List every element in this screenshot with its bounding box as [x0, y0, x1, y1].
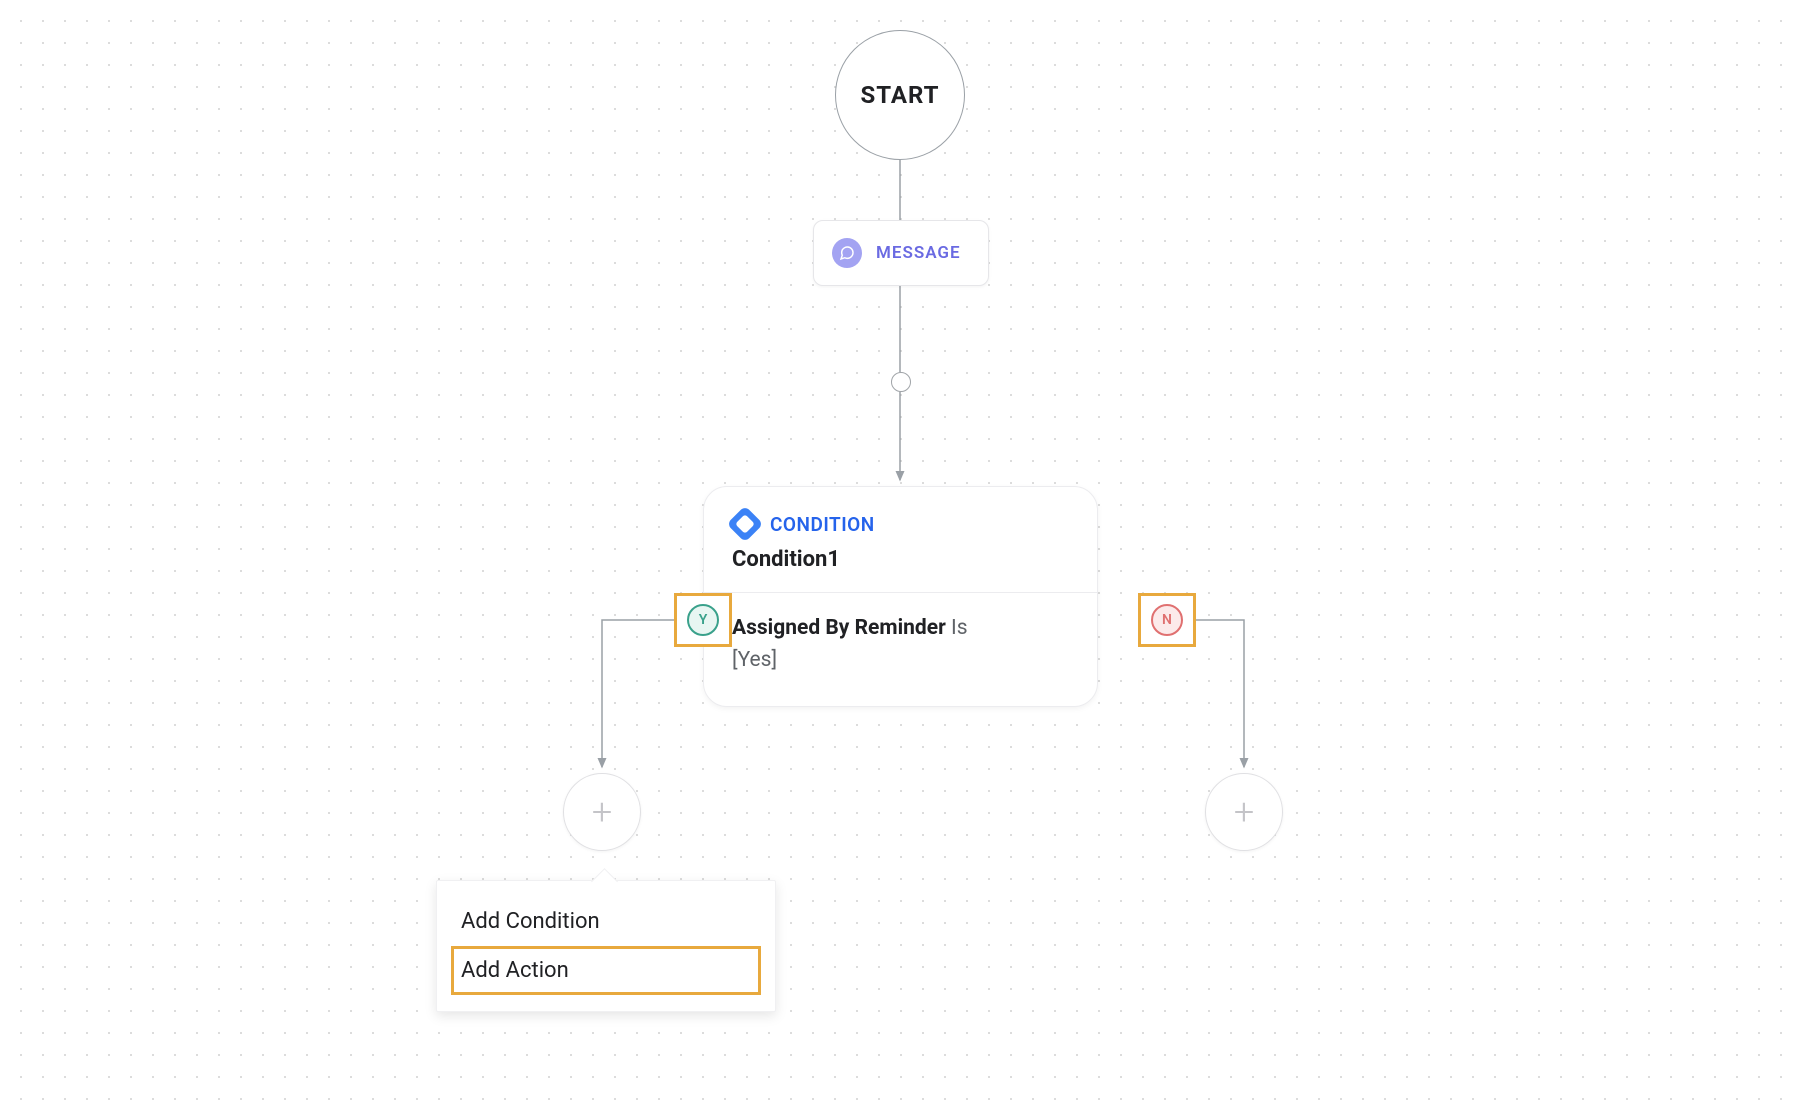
start-label: START — [860, 81, 939, 109]
yes-branch-badge[interactable]: Y — [674, 593, 732, 647]
message-node[interactable]: MESSAGE — [813, 220, 989, 286]
plus-icon: + — [592, 794, 612, 830]
no-badge-letter: N — [1151, 604, 1183, 636]
message-label: MESSAGE — [876, 243, 961, 263]
condition-header: CONDITION — [732, 511, 1069, 537]
connector-midpoint[interactable] — [891, 372, 911, 392]
condition-name: Condition1 — [732, 547, 1069, 572]
no-branch-badge[interactable]: N — [1138, 593, 1196, 647]
condition-expression: Assigned By Reminder Is [Yes] — [732, 613, 1069, 676]
condition-value: [Yes] — [732, 648, 777, 672]
condition-operator: Is — [951, 616, 968, 640]
condition-field: Assigned By Reminder — [732, 616, 946, 640]
add-node-button-no[interactable]: + — [1205, 773, 1283, 851]
condition-type-label: CONDITION — [770, 513, 875, 536]
message-icon — [832, 238, 862, 268]
workflow-canvas[interactable]: START MESSAGE CONDITION Condition1 Assig… — [0, 0, 1800, 1112]
start-node[interactable]: START — [835, 30, 965, 160]
condition-icon — [727, 506, 764, 543]
condition-divider — [704, 592, 1097, 593]
add-node-button-yes[interactable]: + — [563, 773, 641, 851]
popover-item-add-condition[interactable]: Add Condition — [451, 897, 761, 946]
popover-item-add-action[interactable]: Add Action — [451, 946, 761, 995]
plus-icon: + — [1234, 794, 1254, 830]
add-node-popover: Add Condition Add Action — [436, 880, 776, 1012]
condition-node[interactable]: CONDITION Condition1 Assigned By Reminde… — [703, 486, 1098, 707]
yes-badge-letter: Y — [687, 604, 719, 636]
